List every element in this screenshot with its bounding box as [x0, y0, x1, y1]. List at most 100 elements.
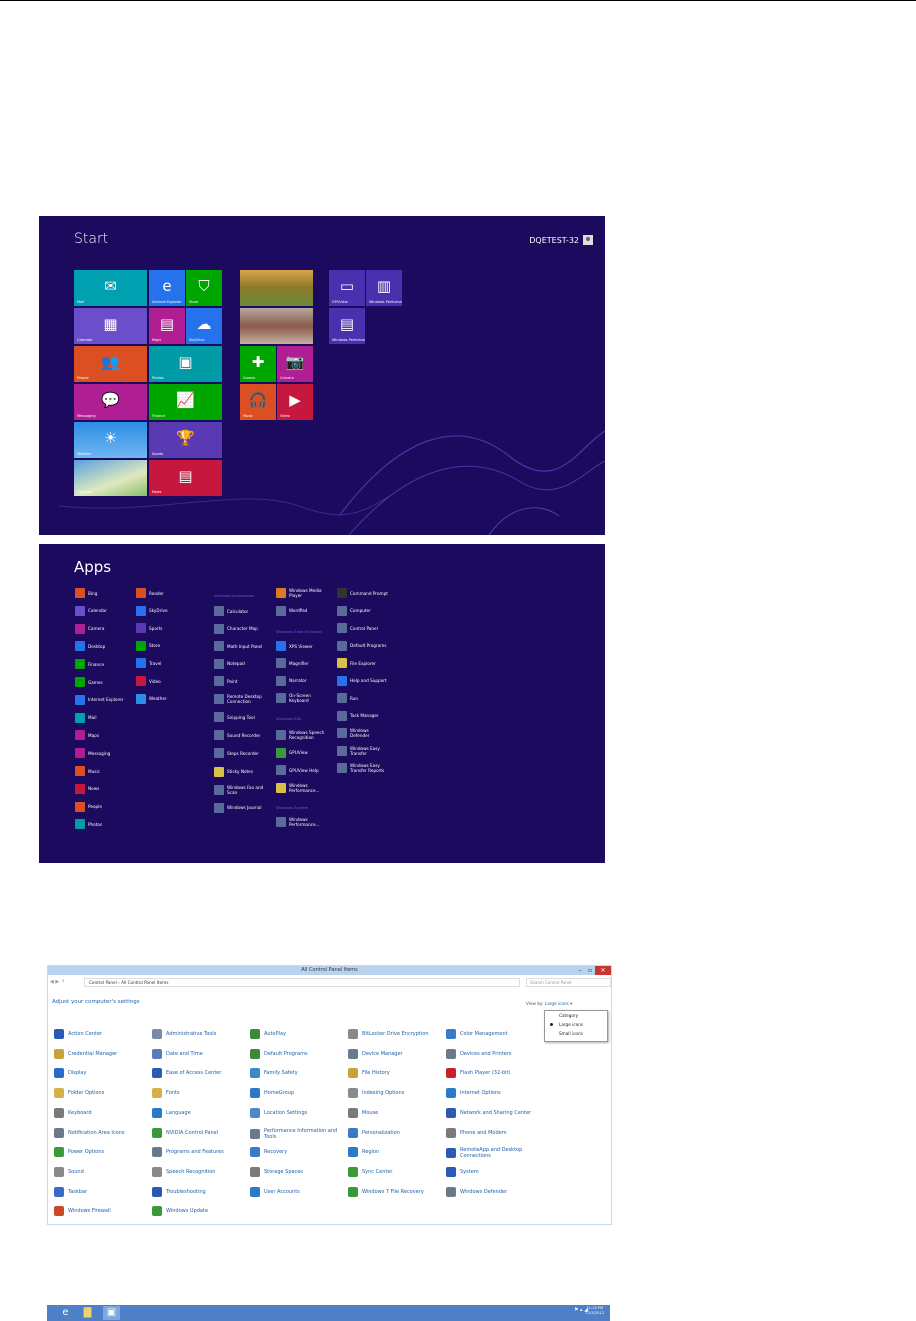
start-tile[interactable]: ▶ Video	[277, 384, 313, 420]
app-list-item[interactable]: Default Programs	[337, 640, 388, 651]
control-panel-item[interactable]: Sound	[54, 1166, 150, 1177]
control-panel-item[interactable]: Phone and Modem	[446, 1127, 542, 1138]
control-panel-item[interactable]: Recovery	[250, 1147, 346, 1158]
file-explorer-taskbar-icon[interactable]: ▇	[79, 1306, 96, 1320]
start-tile[interactable]: 📷 Camera	[277, 346, 313, 382]
app-list-item[interactable]: Narrator	[276, 675, 327, 686]
app-list-item[interactable]: Help and Support	[337, 675, 388, 686]
control-panel-item[interactable]: Network and Sharing Center	[446, 1107, 542, 1118]
app-list-item[interactable]: Desktop	[75, 641, 126, 652]
photo-tile[interactable]	[240, 270, 313, 306]
app-list-item[interactable]: Sports	[136, 623, 187, 634]
control-panel-item[interactable]: Windows Firewall	[54, 1206, 150, 1217]
control-panel-item[interactable]: Ease of Access Center	[152, 1068, 248, 1079]
start-tile[interactable]: 📈 Finance	[149, 384, 222, 420]
start-tile[interactable]: ✉ Mail	[74, 270, 147, 306]
control-panel-item[interactable]: BitLocker Drive Encryption	[348, 1029, 444, 1039]
start-tile[interactable]: 🎧 Music	[240, 384, 276, 420]
app-list-item[interactable]: Photos	[75, 819, 126, 830]
app-list-item[interactable]: Music	[75, 766, 126, 776]
control-panel-item[interactable]: Color Management	[446, 1029, 542, 1039]
control-panel-item[interactable]: Region	[348, 1147, 444, 1158]
app-list-item[interactable]: SkyDrive	[136, 605, 187, 616]
window-titlebar[interactable]: All Control Panel Items – ▫ ✕	[48, 966, 611, 975]
control-panel-item[interactable]: Speech Recognition	[152, 1166, 248, 1177]
app-list-item[interactable]: Calendar	[75, 605, 126, 616]
start-tile[interactable]: ⛉ Store	[186, 270, 222, 306]
app-list-item[interactable]: Windows Defender	[337, 728, 388, 738]
view-by-select[interactable]: Large icons ▾	[545, 1001, 572, 1006]
app-list-item[interactable]: Remote Desktop Connection	[214, 694, 265, 705]
control-panel-item[interactable]: Action Center	[54, 1029, 150, 1039]
control-panel-item[interactable]: Fonts	[152, 1088, 248, 1099]
control-panel-item[interactable]: File History	[348, 1068, 444, 1079]
start-tile[interactable]: ▤ News	[149, 460, 222, 496]
app-list-item[interactable]: Windows Performance...	[276, 817, 327, 827]
app-list-item[interactable]: Control Panel	[337, 623, 388, 633]
start-tile[interactable]: ☁ SkyDrive	[186, 308, 222, 344]
control-panel-item[interactable]: Flash Player (32-bit)	[446, 1068, 542, 1079]
app-list-item[interactable]: Internet Explorer	[75, 694, 126, 705]
app-list-item[interactable]: Finance	[75, 659, 126, 670]
app-list-item[interactable]: Run	[337, 693, 388, 703]
app-list-item[interactable]: Computer	[337, 605, 388, 616]
app-list-item[interactable]: Windows Performance...	[276, 782, 327, 793]
start-tile[interactable]: 🏆 Sports	[149, 422, 222, 458]
control-panel-item[interactable]: User Accounts	[250, 1186, 346, 1197]
start-tile[interactable]: e Internet Explorer	[149, 270, 185, 306]
control-panel-item[interactable]: Devices and Printers	[446, 1048, 542, 1059]
app-list-item[interactable]: Maps	[75, 730, 126, 741]
control-panel-item[interactable]: Storage Spaces	[250, 1166, 346, 1177]
control-panel-item[interactable]: Windows Update	[152, 1206, 248, 1217]
app-list-item[interactable]: Camera	[75, 623, 126, 634]
control-panel-item[interactable]: Location Settings	[250, 1107, 346, 1118]
internet-explorer-taskbar-icon[interactable]: e	[57, 1306, 74, 1320]
control-panel-item[interactable]: Date and Time	[152, 1048, 248, 1059]
app-list-item[interactable]: XPS Viewer	[276, 641, 327, 651]
app-list-item[interactable]: Bing	[75, 588, 126, 598]
control-panel-item[interactable]: Folder Options	[54, 1088, 150, 1099]
close-button[interactable]: ✕	[595, 966, 611, 975]
control-panel-item[interactable]: Language	[152, 1107, 248, 1118]
app-list-item[interactable]: Video	[136, 676, 187, 686]
app-list-item[interactable]: Windows Fax and Scan	[214, 784, 265, 795]
app-list-item[interactable]: Reader	[136, 588, 187, 598]
control-panel-item[interactable]: Troubleshooting	[152, 1186, 248, 1197]
control-panel-item[interactable]: System	[446, 1166, 542, 1177]
breadcrumb[interactable]: Control Panel › All Control Panel Items	[84, 978, 520, 987]
start-tile[interactable]: ▤ Windows Performanc...	[329, 308, 365, 344]
search-input[interactable]: Search Control Panel	[526, 978, 611, 987]
start-tile[interactable]: ☀ Weather	[74, 422, 147, 458]
view-option-large-icons[interactable]: Large icons	[545, 1020, 607, 1029]
control-panel-item[interactable]: Default Programs	[250, 1048, 346, 1059]
app-list-item[interactable]: People	[75, 801, 126, 812]
control-panel-item[interactable]: Keyboard	[54, 1107, 150, 1118]
app-list-item[interactable]: Windows Easy Transfer	[337, 745, 388, 756]
app-list-item[interactable]: Math Input Panel	[214, 641, 265, 651]
app-list-item[interactable]: News	[75, 783, 126, 794]
app-list-item[interactable]: Games	[75, 677, 126, 687]
app-list-item[interactable]: Paint	[214, 676, 265, 686]
app-list-item[interactable]: Messaging	[75, 748, 126, 759]
app-list-item[interactable]: Task Manager	[337, 710, 388, 721]
app-list-item[interactable]: GPUView	[276, 747, 327, 758]
control-panel-taskbar-icon[interactable]: ▣	[103, 1306, 120, 1320]
app-list-item[interactable]: On-Screen Keyboard	[276, 692, 327, 703]
control-panel-item[interactable]: Family Safety	[250, 1068, 346, 1079]
start-tile[interactable]: Desktop	[74, 460, 147, 496]
control-panel-item[interactable]: AutoPlay	[250, 1029, 346, 1039]
control-panel-item[interactable]: Credential Manager	[54, 1048, 150, 1059]
control-panel-item[interactable]: Taskbar	[54, 1186, 150, 1197]
start-tile[interactable]: ▣ Photos	[149, 346, 222, 382]
control-panel-item[interactable]: Windows Defender	[446, 1186, 542, 1197]
view-option-small-icons[interactable]: Small icons	[545, 1029, 607, 1038]
app-list-item[interactable]: Notepad	[214, 658, 265, 669]
user-account[interactable]: DQETEST-32	[529, 235, 593, 245]
control-panel-item[interactable]: RemoteApp and Desktop Connections	[446, 1147, 542, 1159]
app-list-item[interactable]: Windows Media Player	[276, 588, 327, 598]
minimize-button[interactable]: –	[575, 966, 585, 975]
start-tile[interactable]: 👥 People	[74, 346, 147, 382]
control-panel-item[interactable]: Internet Options	[446, 1088, 542, 1099]
clock[interactable]: 11:16 PM 12/5/2012	[586, 1306, 604, 1316]
start-tile[interactable]: ✚ Games	[240, 346, 276, 382]
